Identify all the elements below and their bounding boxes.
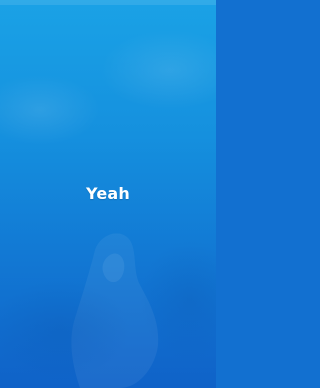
soft-highlight-blob [0,75,100,145]
center-message: Yeah [86,184,130,203]
soft-highlight-blob [100,30,216,110]
app-screen: Yeah [0,0,216,388]
